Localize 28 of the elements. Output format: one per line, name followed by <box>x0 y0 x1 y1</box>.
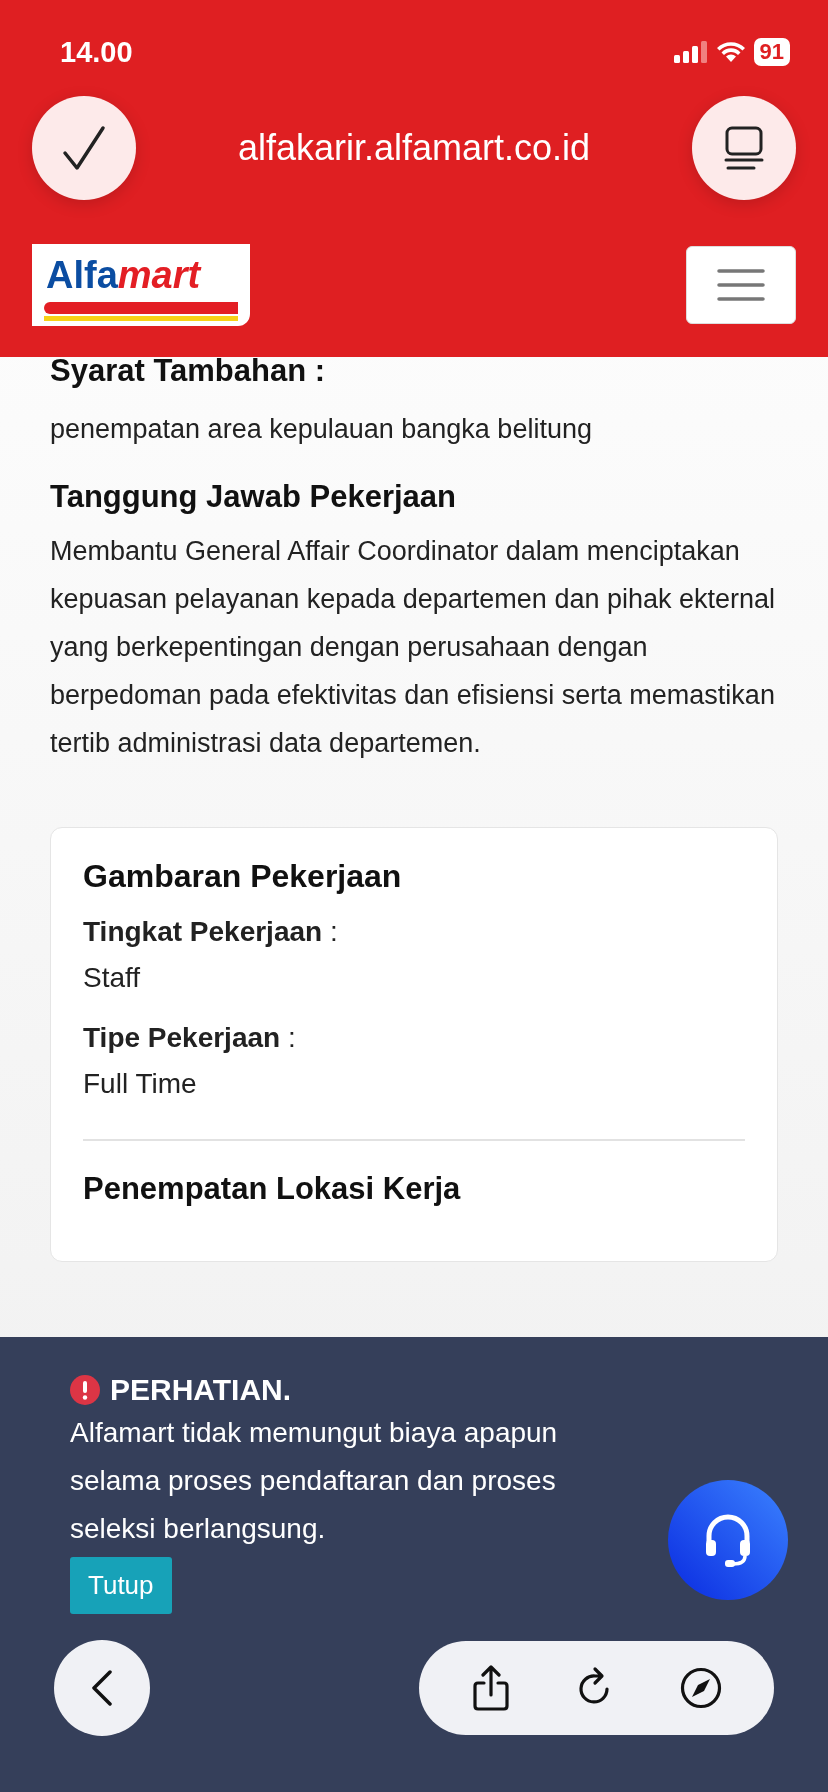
field-value: Full Time <box>83 1067 198 1101</box>
section-heading: Tanggung Jawab Pekerjaan <box>50 479 457 515</box>
headset-icon <box>703 1512 753 1568</box>
section-heading: Syarat Tambahan : <box>50 353 327 389</box>
section-text: Membantu General Affair Coordinator dalam menciptakan kepuasan pelayanan kepada departemen dan pihak ekternal yang berkepentingan dengan perusahaan dengan berpedoman pada efektivitas dan efisiensi serta memastikan tertib administrasi data departemen. <box>50 535 777 760</box>
notice-text: Alfamart tidak memungut biaya apapun selama proses pendaftaran dan proses seleksi berlangsung. <box>70 1416 559 1546</box>
notice-title: PERHATIAN. <box>110 1373 292 1407</box>
section-text: penempatan area kepulauan bangka belitung <box>50 413 593 446</box>
alfamart-logo[interactable]: Alfamart <box>32 244 250 326</box>
field-label: Tingkat Pekerjaan : <box>83 915 339 949</box>
close-button[interactable]: Tutup <box>70 1557 172 1614</box>
card-title: Gambaran Pekerjaan <box>83 858 403 895</box>
menu-icon <box>717 268 765 302</box>
wifi-icon <box>715 41 746 63</box>
compass-icon[interactable] <box>679 1667 722 1709</box>
field-label: Tipe Pekerjaan : <box>83 1021 297 1055</box>
chevron-left-icon <box>91 1670 113 1706</box>
warning-icon <box>70 1375 100 1405</box>
menu-button[interactable] <box>686 246 796 324</box>
checkmark-icon <box>62 125 106 171</box>
battery-level: 91 <box>753 38 790 66</box>
card-heading: Penempatan Lokasi Kerja <box>83 1171 462 1207</box>
signal-icon <box>673 41 708 63</box>
field-value: Staff <box>83 961 142 995</box>
status-time: 14.00 <box>60 35 133 69</box>
tabs-icon <box>724 126 764 170</box>
share-icon[interactable] <box>471 1665 510 1711</box>
url-text[interactable]: alfakarir.alfamart.co.id <box>237 127 591 169</box>
